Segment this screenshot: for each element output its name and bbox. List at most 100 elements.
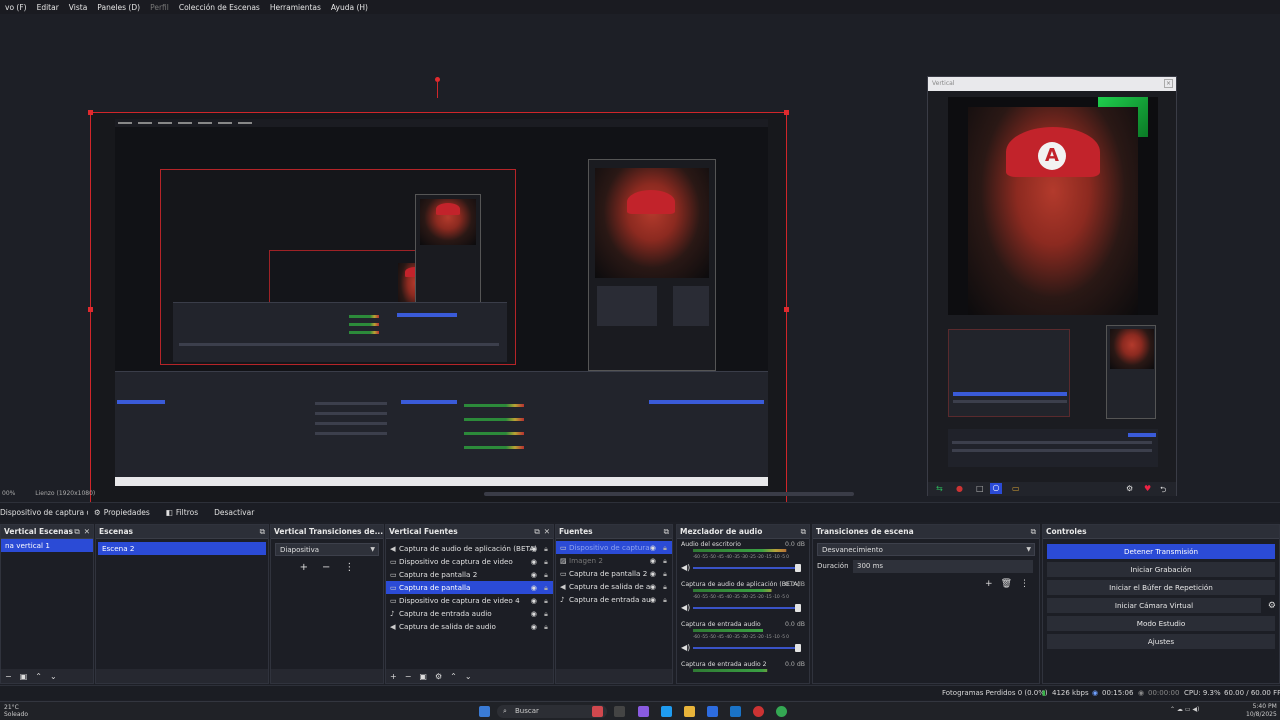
resize-handle-tl[interactable]	[88, 110, 93, 115]
scene-item[interactable]: Escena 2	[98, 542, 266, 555]
scene-item[interactable]: na vertical 1	[1, 539, 93, 552]
speaker-icon[interactable]: ◀)	[681, 643, 690, 652]
volume-slider[interactable]	[693, 604, 801, 612]
lock-icon[interactable]: 🔒︎	[544, 607, 548, 620]
add-icon[interactable]: +	[300, 562, 308, 573]
transition-select[interactable]: Desvanecimiento ▼	[817, 543, 1035, 556]
tray-icons[interactable]: ⌃ ☁ ▭ ◀)	[1170, 706, 1199, 713]
eye-icon[interactable]: ◉	[531, 555, 537, 568]
remove-icon[interactable]: −	[5, 672, 12, 681]
source-item[interactable]: ▨ Imagen 2 ◉ 🔒︎	[556, 554, 672, 567]
volume-slider[interactable]	[693, 564, 801, 572]
filters-button[interactable]: ◧ Filtros	[160, 505, 204, 520]
up-icon[interactable]: ⌃	[450, 672, 457, 681]
folder-icon[interactable]	[684, 706, 695, 717]
lock-icon[interactable]: 🔒︎	[663, 593, 667, 606]
down-icon[interactable]: ⌄	[50, 672, 57, 681]
eye-icon[interactable]: ◉	[531, 581, 537, 594]
resize-handle-r[interactable]	[784, 307, 789, 312]
deactivate-button[interactable]: Desactivar	[208, 505, 260, 520]
source-item[interactable]: ◀ Captura de salida de a ◉ 🔒︎	[556, 580, 672, 593]
menu-file[interactable]: vo (F)	[0, 3, 32, 12]
float-icon[interactable]: ⧉	[260, 527, 265, 537]
source-item[interactable]: ▭ Captura de pantalla 2 ◉ 🔒︎	[556, 567, 672, 580]
eye-icon[interactable]: ◉	[650, 593, 656, 606]
add-icon[interactable]: +	[985, 579, 993, 589]
up-icon[interactable]: ⌃	[35, 672, 42, 681]
menu-edit[interactable]: Editar	[32, 3, 64, 12]
eye-icon[interactable]: ◉	[531, 594, 537, 607]
edge-icon[interactable]	[661, 706, 672, 717]
more-icon[interactable]: ⋮	[344, 562, 354, 573]
start-replay-buffer-button[interactable]: Iniciar el Búfer de Repetición	[1047, 580, 1275, 595]
lock-icon[interactable]: 🔒︎	[544, 568, 548, 581]
source-item[interactable]: ◀ Captura de audio de aplicación (BETA) ◉ 🔒…	[386, 542, 553, 555]
source-item[interactable]: ▭ Dispositivo de captura de video 4 ◉ 🔒︎	[386, 594, 553, 607]
studio-mode-button[interactable]: Modo Estudio	[1047, 616, 1275, 631]
taskbar-search[interactable]: ⌕ Buscar	[497, 705, 607, 718]
lock-icon[interactable]: 🔒︎	[663, 580, 667, 593]
menu-tools[interactable]: Herramientas	[265, 3, 326, 12]
float-icon[interactable]: ⧉	[1031, 527, 1036, 537]
stop-streaming-button[interactable]: Detener Transmisión	[1047, 544, 1275, 559]
eye-icon[interactable]: ◉	[650, 554, 656, 567]
more-icon[interactable]: ⋮	[1020, 579, 1029, 589]
menu-docks[interactable]: Paneles (D)	[92, 3, 145, 12]
gear-icon[interactable]: ⚙	[435, 672, 442, 681]
app-icon[interactable]	[592, 706, 603, 717]
eye-icon[interactable]: ◉	[650, 580, 656, 593]
clock[interactable]: 5:40 PM 10/8/2025	[1246, 703, 1277, 719]
lock-icon[interactable]: 🔒︎	[544, 594, 548, 607]
remove-icon[interactable]: −	[405, 672, 412, 681]
close-icon[interactable]: ×	[1164, 79, 1173, 88]
close-icon[interactable]: ✕	[544, 527, 550, 537]
menu-help[interactable]: Ayuda (H)	[326, 3, 373, 12]
start-recording-button[interactable]: Iniciar Grabación	[1047, 562, 1275, 577]
float-icon[interactable]: ⧉	[801, 527, 806, 537]
resize-handle-tr[interactable]	[784, 110, 789, 115]
menu-profile[interactable]: Perfil	[145, 3, 174, 12]
source-item[interactable]: ◀ Captura de salida de audio ◉ 🔒︎	[386, 620, 553, 633]
remove-icon[interactable]: −	[322, 562, 330, 573]
float-icon[interactable]: ⧉	[664, 527, 669, 537]
eye-icon[interactable]: ◉	[531, 607, 537, 620]
preview-area[interactable]: Vertical × A ⇆ ● □ ○ ▭ ⚙ ♥ ⮌ 00% Lienzo …	[0, 14, 1280, 507]
task-view-icon[interactable]	[614, 706, 625, 717]
lock-icon[interactable]: 🔒︎	[663, 554, 667, 567]
windows-start-icon[interactable]	[479, 706, 490, 717]
down-icon[interactable]: ⌄	[465, 672, 472, 681]
eye-icon[interactable]: ◉	[650, 567, 656, 580]
lock-icon[interactable]: 🔒︎	[544, 581, 548, 594]
source-item[interactable]: ▭ Dispositivo de captura de video ◉ 🔒︎	[386, 555, 553, 568]
vertical-preview-window[interactable]: Vertical × A ⇆ ● □ ○ ▭ ⚙ ♥ ⮌	[927, 76, 1177, 496]
source-item[interactable]: ♪ Captura de entrada audio ◉ 🔒︎	[386, 607, 553, 620]
float-icon[interactable]: ⧉	[74, 527, 79, 537]
source-item[interactable]: ▭ Captura de pantalla ◉ 🔒︎	[386, 581, 553, 594]
start-virtual-camera-button[interactable]: Iniciar Cámara Virtual	[1047, 598, 1261, 613]
filter-icon[interactable]: ▣	[20, 672, 28, 681]
resize-handle-l[interactable]	[88, 307, 93, 312]
transition-select[interactable]: Diapositiva ▼	[275, 543, 379, 556]
lock-icon[interactable]: 🔒︎	[544, 542, 548, 555]
trash-icon[interactable]: 🗑︎	[1001, 579, 1012, 589]
main-canvas[interactable]	[88, 110, 789, 507]
eye-icon[interactable]: ◉	[531, 542, 537, 555]
properties-button[interactable]: ⚙ Propiedades	[88, 505, 156, 520]
gear-icon[interactable]: ⚙	[1268, 601, 1276, 611]
menu-scene-collection[interactable]: Colección de Escenas	[174, 3, 265, 12]
float-icon[interactable]: ⧉	[534, 527, 539, 537]
volume-slider[interactable]	[693, 644, 801, 652]
add-icon[interactable]: +	[390, 672, 397, 681]
lock-icon[interactable]: 🔒︎	[544, 620, 548, 633]
chrome-icon[interactable]	[776, 706, 787, 717]
outlook-icon[interactable]	[730, 706, 741, 717]
weather-widget[interactable]: 21°C Soleado	[4, 704, 28, 718]
lock-icon[interactable]: 🔒︎	[544, 555, 548, 568]
eye-icon[interactable]: ◉	[650, 541, 656, 554]
duration-input[interactable]: 300 ms	[853, 560, 1033, 573]
eye-icon[interactable]: ◉	[531, 620, 537, 633]
lock-icon[interactable]: 🔒︎	[663, 567, 667, 580]
lock-icon[interactable]: 🔒︎	[663, 541, 667, 554]
store-icon[interactable]	[707, 706, 718, 717]
filter-icon[interactable]: ▣	[419, 672, 427, 681]
